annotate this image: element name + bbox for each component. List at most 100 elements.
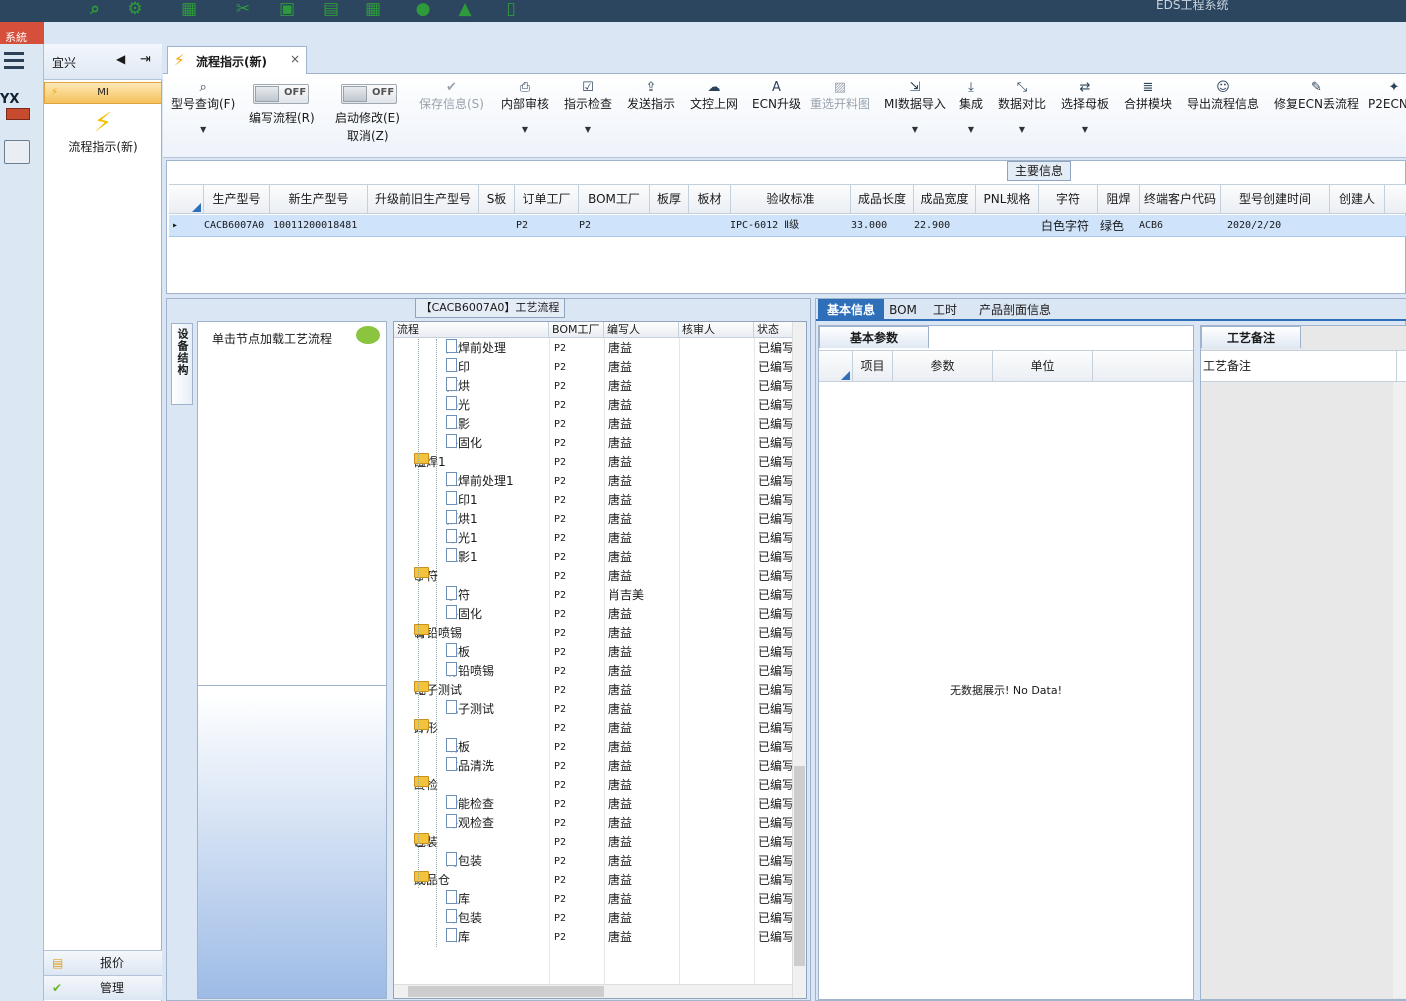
tree-row[interactable]: 字符 P2 肖吉美 已编写 xyxy=(394,586,794,605)
internal-review-button[interactable]: ⎙ 内部审核 ▼ xyxy=(501,80,549,136)
tree-row[interactable]: 出库 P2 唐益 已编写 xyxy=(394,928,794,947)
column-header[interactable]: 单位 xyxy=(993,351,1093,382)
reselect-material-button[interactable]: ▨ 重选开料图 xyxy=(810,80,870,112)
close-icon[interactable]: × xyxy=(290,52,300,66)
tree-row[interactable]: ⊟成品仓P2唐益已编写 xyxy=(394,871,794,890)
column-header[interactable]: 成品长度 xyxy=(851,185,914,214)
save-icon[interactable]: ▣ xyxy=(276,0,298,18)
start-modify-toggle[interactable]: OFF xyxy=(341,84,397,104)
column-header[interactable]: 项目 xyxy=(853,351,893,382)
tree-row[interactable]: ⊟电子测试P2唐益已编写 xyxy=(394,681,794,700)
tree-row[interactable]: 电子测试 P2 唐益 已编写 xyxy=(394,700,794,719)
column-header[interactable]: 型号创建时间 xyxy=(1221,185,1330,214)
tree-row[interactable]: 烘板 P2 唐益 已编写 xyxy=(394,643,794,662)
write-flow-toggle[interactable]: OFF xyxy=(253,84,309,104)
tree-row[interactable]: 入库 P2 唐益 已编写 xyxy=(394,890,794,909)
column-header[interactable]: 终端客户代码 xyxy=(1140,185,1221,214)
export-info-button[interactable]: ☺ 导出流程信息 xyxy=(1187,80,1259,112)
tab-basic-params[interactable]: 基本参数 xyxy=(819,326,929,348)
model-query-button[interactable]: ⌕ 型号查询(F) ▼ xyxy=(171,80,235,136)
tree-row[interactable]: 终固化 P2 唐益 已编写 xyxy=(394,605,794,624)
check-instruction-button[interactable]: ☑ 指示检查 ▼ xyxy=(564,80,612,136)
tree-row[interactable]: 预烘1 P2 唐益 已编写 xyxy=(394,510,794,529)
column-header[interactable]: 升级前旧生产型号 xyxy=(368,185,479,214)
tree-row[interactable]: 成品清洗 P2 唐益 已编写 xyxy=(394,757,794,776)
p2ecn-button[interactable]: ✦ P2ECN自 xyxy=(1368,80,1406,112)
tree-row[interactable]: 功能检查 P2 唐益 已编写 xyxy=(394,795,794,814)
nav-bottom-quote[interactable]: ▤ 报价 xyxy=(44,950,162,975)
tree-row[interactable]: 终固化 P2 唐益 已编写 xyxy=(394,434,794,453)
image-icon[interactable]: ▲ xyxy=(454,0,476,18)
column-header[interactable]: 参数 xyxy=(893,351,993,382)
phone-icon[interactable]: ▯ xyxy=(500,0,522,18)
column-header[interactable]: S板 xyxy=(479,185,515,214)
column-header[interactable]: 编写人 xyxy=(604,322,679,338)
tree-row[interactable]: 有铅喷锡 P2 唐益 已编写 xyxy=(394,662,794,681)
tab-bom[interactable]: BOM xyxy=(886,299,920,321)
table-icon[interactable]: ▦ xyxy=(178,0,200,18)
tree-row[interactable]: 外包装 P2 唐益 已编写 xyxy=(394,909,794,928)
tree-row[interactable]: ⊟外形P2唐益已编写 xyxy=(394,719,794,738)
column-header[interactable]: 字符 xyxy=(1039,185,1098,214)
column-header[interactable]: 阻焊 xyxy=(1098,185,1140,214)
tree-row[interactable]: 曝光1 P2 唐益 已编写 xyxy=(394,529,794,548)
tab-work-hours[interactable]: 工时 xyxy=(924,299,966,321)
column-header[interactable]: 生产型号 xyxy=(204,185,270,214)
select-master-button[interactable]: ⇄ 选择母板 ▼ xyxy=(1061,80,1109,136)
search-icon[interactable]: ⌕ xyxy=(84,0,106,18)
table-row[interactable]: ▸ CACB6007A0 10011200018481 P2 P2 IPC-60… xyxy=(169,215,1406,237)
scroll-thumb[interactable] xyxy=(794,766,805,966)
user-icon[interactable]: ● xyxy=(412,0,434,18)
tree-row[interactable]: ⊟包装P2唐益已编写 xyxy=(394,833,794,852)
data-compare-button[interactable]: ⤡ 数据对比 ▼ xyxy=(998,80,1046,136)
column-header[interactable]: 工艺备注 xyxy=(1201,351,1397,382)
integrate-button[interactable]: ⤓ 集成 ▼ xyxy=(959,80,983,136)
doc-online-button[interactable]: ☁ 文控上网 xyxy=(690,80,738,112)
column-header[interactable]: PNL规格 xyxy=(976,185,1039,214)
system-tab[interactable]: 系統 xyxy=(0,22,44,44)
mi-import-button[interactable]: ⇲ MI数据导入 ▼ xyxy=(884,80,946,136)
column-header[interactable]: 订单工厂 xyxy=(515,185,579,214)
column-header[interactable]: BOM工厂 xyxy=(579,185,650,214)
tree-row[interactable]: ⊟终检P2唐益已编写 xyxy=(394,776,794,795)
chart-icon[interactable]: ▤ xyxy=(320,0,342,18)
send-instruction-button[interactable]: ⇪ 发送指示 xyxy=(627,80,675,112)
menu-icon[interactable] xyxy=(4,52,24,69)
settings-icon[interactable]: ⚙ xyxy=(124,0,146,18)
collapse-left-icon[interactable]: ◀ xyxy=(116,52,125,66)
scissors-icon[interactable]: ✂ xyxy=(232,0,254,18)
fix-ecn-button[interactable]: ✎ 修复ECN丢流程 xyxy=(1274,80,1359,112)
tree-row[interactable]: ⊟阻焊1P2唐益已编写 xyxy=(394,453,794,472)
calculator-icon[interactable] xyxy=(4,140,30,164)
column-header[interactable]: 板材 xyxy=(689,185,731,214)
tree-row[interactable]: ⊟有铅喷锡P2唐益已编写 xyxy=(394,624,794,643)
column-header[interactable]: 新生产型号 xyxy=(270,185,368,214)
tree-row[interactable]: 曝光 P2 唐益 已编写 xyxy=(394,396,794,415)
ecn-upgrade-button[interactable]: A ECN升级 xyxy=(752,80,801,112)
tab-process-note[interactable]: 工艺备注 xyxy=(1201,326,1301,348)
vertical-scrollbar[interactable] xyxy=(792,322,806,998)
tree-row[interactable]: ⊟字符P2唐益已编写 xyxy=(394,567,794,586)
factory-logo-icon[interactable]: YX xyxy=(0,92,32,122)
tree-row[interactable]: 内包装 P2 唐益 已编写 xyxy=(394,852,794,871)
tree-row[interactable]: 阻焊前处理 P2 唐益 已编写 xyxy=(394,339,794,358)
merge-module-button[interactable]: ≣ 合拼模块 xyxy=(1124,80,1172,112)
tab-flow-instruction[interactable]: ⚡ 流程指示(新) × xyxy=(167,46,307,75)
column-header[interactable]: 状态 xyxy=(754,322,794,338)
vertical-scrollbar[interactable] xyxy=(1393,382,1406,998)
cancel-button[interactable]: 取消(Z) xyxy=(347,128,389,144)
scroll-thumb[interactable] xyxy=(408,986,604,997)
nav-item-flow-instruction[interactable]: ⚡ 流程指示(新) xyxy=(44,108,162,160)
nav-group-mi[interactable]: ⚡ MI xyxy=(44,82,162,104)
save-info-button[interactable]: ✔ 保存信息(S) xyxy=(419,80,484,112)
tree-row[interactable]: 铣板 P2 唐益 已编写 xyxy=(394,738,794,757)
column-header[interactable]: BOM工厂 xyxy=(549,322,604,338)
grid-corner[interactable] xyxy=(169,185,204,214)
tree-row[interactable]: 显影1 P2 唐益 已编写 xyxy=(394,548,794,567)
tree-row[interactable]: 丝印1 P2 唐益 已编写 xyxy=(394,491,794,510)
grid-icon[interactable]: ▦ xyxy=(362,0,384,18)
tab-product-section[interactable]: 产品剖面信息 xyxy=(972,299,1058,321)
column-header[interactable]: 成品宽度 xyxy=(914,185,976,214)
exit-icon[interactable]: ⇥ xyxy=(140,52,151,67)
tree-row[interactable]: 预烘 P2 唐益 已编写 xyxy=(394,377,794,396)
